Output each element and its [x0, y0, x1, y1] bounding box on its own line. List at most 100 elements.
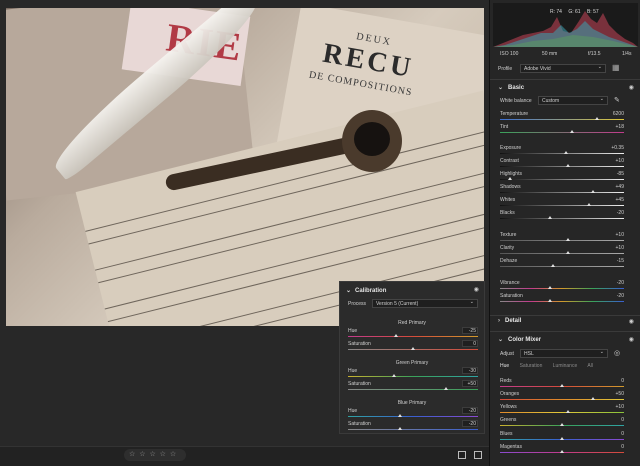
profile-select[interactable]: Adobe Vivid [520, 63, 606, 73]
targeted-adjustment-icon[interactable]: ◎ [614, 349, 620, 357]
color-mixer-header[interactable]: ⌄ Color Mixer [498, 336, 541, 343]
slider-track[interactable] [500, 253, 624, 254]
eye-icon[interactable]: ◉ [629, 336, 634, 343]
slider-value[interactable]: -25 [462, 327, 478, 334]
slider-thumb[interactable] [411, 347, 415, 350]
slider-thumb[interactable] [566, 251, 571, 254]
slider-thumb[interactable] [547, 286, 552, 289]
slider-track[interactable] [500, 179, 624, 180]
adjust-select[interactable]: HSL [520, 348, 608, 358]
slider-thumb[interactable] [560, 423, 564, 426]
slider-value[interactable]: -15 [617, 258, 624, 264]
slider-whites[interactable]: Whites +45 [500, 197, 624, 208]
slider-track[interactable] [500, 119, 624, 120]
slider-value[interactable]: +10 [616, 245, 624, 251]
slider-track[interactable] [500, 266, 624, 267]
before-after-icon[interactable] [474, 451, 482, 459]
tab-luminance[interactable]: Luminance [553, 363, 577, 369]
slider-value[interactable]: +18 [616, 124, 624, 130]
slider-magentas[interactable]: Magentas 0 [500, 444, 624, 455]
slider-track[interactable] [348, 429, 478, 430]
slider-greens[interactable]: Greens 0 [500, 417, 624, 428]
slider-value[interactable]: +45 [616, 197, 624, 203]
photo-preview[interactable]: RIE DEUX RECU DE COMPOSITIONS [6, 8, 484, 326]
slider-value[interactable]: 6200 [613, 111, 624, 117]
slider-track[interactable] [500, 218, 624, 219]
slider-thumb[interactable] [394, 334, 399, 337]
slider-track[interactable] [500, 132, 624, 133]
slider-track[interactable] [348, 376, 478, 377]
slider-track[interactable] [500, 240, 624, 241]
slider-thumb[interactable] [398, 414, 402, 417]
slider-contrast[interactable]: Contrast +10 [500, 158, 624, 169]
slider-track[interactable] [348, 416, 478, 417]
slider-thumb[interactable] [560, 437, 564, 440]
slider-highlights[interactable]: Highlights -85 [500, 171, 624, 182]
slider-thumb[interactable] [594, 117, 599, 120]
slider-track[interactable] [500, 192, 624, 193]
slider-reds[interactable]: Reds 0 [500, 378, 624, 389]
slider-clarity[interactable]: Clarity +10 [500, 245, 624, 256]
slider-tint[interactable]: Tint +18 [500, 124, 624, 135]
slider-value[interactable]: 0 [621, 431, 624, 437]
slider-value[interactable]: -30 [462, 367, 478, 374]
slider-value[interactable]: 0 [621, 417, 624, 423]
slider-thumb[interactable] [566, 164, 571, 167]
view-mode-icon[interactable] [458, 451, 466, 459]
slider-exposure[interactable]: Exposure +0.35 [500, 145, 624, 156]
slider-thumb[interactable] [398, 427, 402, 430]
slider-thumb[interactable] [591, 397, 595, 400]
eyedropper-icon[interactable]: ✎ [614, 96, 620, 104]
slider-value[interactable]: +10 [616, 404, 624, 410]
slider-thumb[interactable] [591, 190, 595, 193]
slider-hue[interactable]: Hue -20 [348, 407, 478, 418]
slider-thumb[interactable] [587, 203, 592, 206]
slider-value[interactable]: -20 [462, 407, 478, 414]
slider-thumb[interactable] [507, 177, 512, 180]
slider-track[interactable] [500, 288, 624, 289]
slider-yellows[interactable]: Yellows +10 [500, 404, 624, 415]
slider-vibrance[interactable]: Vibrance -20 [500, 280, 624, 291]
slider-saturation[interactable]: Saturation +50 [348, 380, 478, 391]
slider-blues[interactable]: Blues 0 [500, 431, 624, 442]
slider-thumb[interactable] [551, 264, 556, 267]
eye-icon[interactable]: ◉ [474, 286, 479, 293]
tab-all[interactable]: All [587, 363, 593, 369]
slider-value[interactable]: -85 [617, 171, 624, 177]
slider-thumb[interactable] [560, 384, 564, 387]
calibration-header[interactable]: ⌄ Calibration [346, 287, 386, 294]
slider-saturation[interactable]: Saturation -20 [348, 420, 478, 431]
slider-hue[interactable]: Hue -25 [348, 327, 478, 338]
tab-hue[interactable]: Hue [500, 363, 509, 369]
slider-track[interactable] [500, 399, 624, 400]
slider-thumb[interactable] [547, 216, 552, 219]
process-select[interactable]: Version 5 (Current) [372, 298, 478, 308]
slider-value[interactable]: 0 [462, 340, 478, 347]
slider-track[interactable] [500, 301, 624, 302]
slider-hue[interactable]: Hue -30 [348, 367, 478, 378]
star-rating[interactable]: ☆ ☆ ☆ ☆ ☆ [124, 449, 186, 461]
slider-value[interactable]: +10 [616, 158, 624, 164]
slider-value[interactable]: -20 [617, 210, 624, 216]
slider-thumb[interactable] [563, 151, 568, 154]
slider-value[interactable]: +10 [616, 232, 624, 238]
slider-blacks[interactable]: Blacks -20 [500, 210, 624, 221]
slider-saturation[interactable]: Saturation 0 [348, 340, 478, 351]
detail-header[interactable]: › Detail [498, 318, 521, 324]
slider-value[interactable]: +49 [616, 184, 624, 190]
slider-thumb[interactable] [566, 238, 571, 241]
white-balance-select[interactable]: Custom [538, 95, 608, 105]
slider-thumb[interactable] [566, 410, 571, 413]
slider-value[interactable]: +50 [462, 380, 478, 387]
slider-value[interactable]: -20 [617, 280, 624, 286]
slider-track[interactable] [500, 412, 624, 413]
slider-track[interactable] [348, 389, 478, 390]
slider-thumb[interactable] [443, 387, 448, 390]
slider-track[interactable] [348, 336, 478, 337]
basic-header[interactable]: ⌄ Basic [498, 84, 524, 91]
slider-shadows[interactable]: Shadows +49 [500, 184, 624, 195]
slider-value[interactable]: -20 [462, 420, 478, 427]
eye-icon[interactable]: ◉ [629, 318, 634, 325]
slider-saturation[interactable]: Saturation -20 [500, 293, 624, 304]
slider-dehaze[interactable]: Dehaze -15 [500, 258, 624, 269]
